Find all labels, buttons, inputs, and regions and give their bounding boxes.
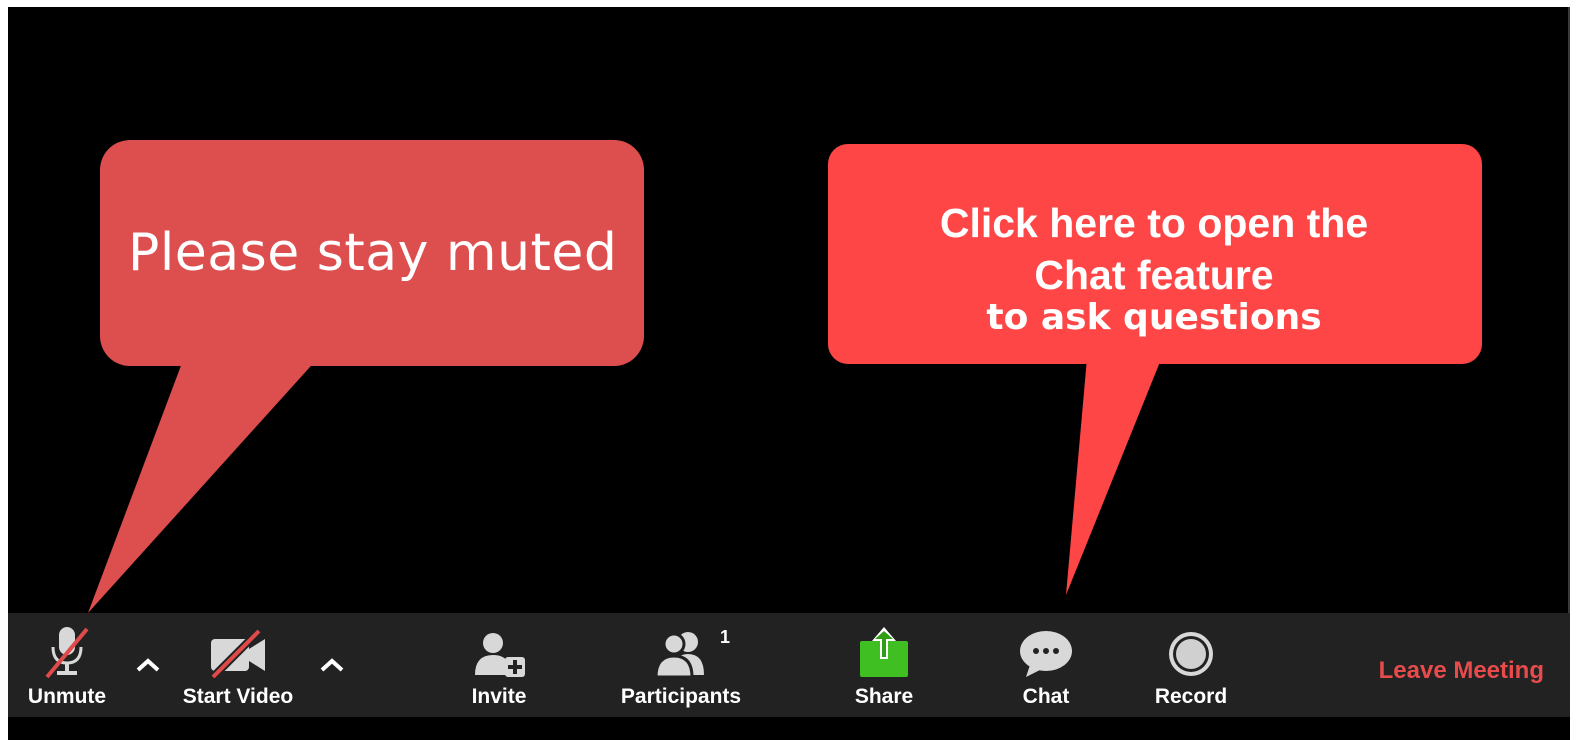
chat-bubble-icon xyxy=(1018,613,1074,679)
invite-button[interactable]: Invite xyxy=(456,613,542,717)
chat-callout-line-3: to ask questions xyxy=(986,297,1322,338)
record-label: Record xyxy=(1154,685,1228,708)
video-camera-off-icon xyxy=(207,613,269,679)
start-video-label: Start Video xyxy=(182,685,294,708)
microphone-muted-icon xyxy=(41,613,93,679)
invite-label: Invite xyxy=(471,685,527,708)
person-add-icon xyxy=(471,613,527,679)
participants-count: 1 xyxy=(720,627,731,647)
caret-up-icon xyxy=(136,658,160,672)
record-icon xyxy=(1166,613,1216,679)
video-options-caret[interactable] xyxy=(312,645,352,685)
caret-up-icon xyxy=(320,658,344,672)
chat-callout-pointer xyxy=(1066,347,1166,595)
unmute-button[interactable]: Unmute xyxy=(22,613,112,717)
participants-button[interactable]: Participants 1 xyxy=(618,613,744,717)
meeting-window: Please stay muted Click here to open the… xyxy=(8,7,1570,740)
chat-label: Chat xyxy=(1022,685,1070,708)
record-button[interactable]: Record xyxy=(1148,613,1234,717)
window-bottom-strip xyxy=(8,717,1570,740)
start-video-button[interactable]: Start Video xyxy=(176,613,300,717)
meeting-toolbar: Unmute Start Video Invite Participants 1… xyxy=(8,613,1570,717)
chat-button[interactable]: Chat xyxy=(1010,613,1082,717)
audio-options-caret[interactable] xyxy=(128,645,168,685)
chat-callout-text: Click here to open the Chat feature to a… xyxy=(834,197,1474,341)
unmute-label: Unmute xyxy=(27,685,107,708)
leave-meeting-button[interactable]: Leave Meeting xyxy=(1379,657,1544,685)
share-label: Share xyxy=(854,685,914,708)
mute-callout xyxy=(88,140,644,613)
share-screen-icon xyxy=(858,613,910,679)
chat-callout-line-2: Chat feature xyxy=(1034,252,1274,298)
chat-callout-line-1: Click here to open the xyxy=(939,200,1369,246)
share-button[interactable]: Share xyxy=(844,613,924,717)
mute-callout-text: Please stay muted xyxy=(128,223,618,283)
participants-icon xyxy=(652,613,710,679)
participants-label: Participants xyxy=(620,685,742,708)
mute-callout-pointer xyxy=(88,347,328,613)
